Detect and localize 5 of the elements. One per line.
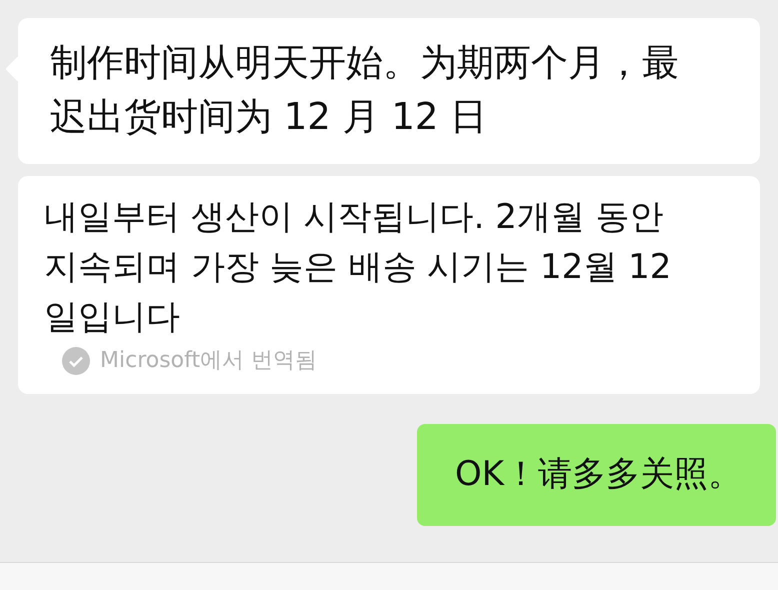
message-bubble: OK！请多多关照。 (416, 424, 776, 526)
translation-note: Microsoft에서 번역됨 (100, 347, 318, 375)
check-icon (62, 347, 90, 375)
translated-text: 내일부터 생산이 시작됩니다. 2개월 동안 지속되며 가장 늦은 배송 시기는 12월 12일입니다 (44, 196, 672, 339)
message-text: 制作时间从明天开始。为期两个月，最迟出货时间为 12 月 12 日 (50, 40, 680, 140)
